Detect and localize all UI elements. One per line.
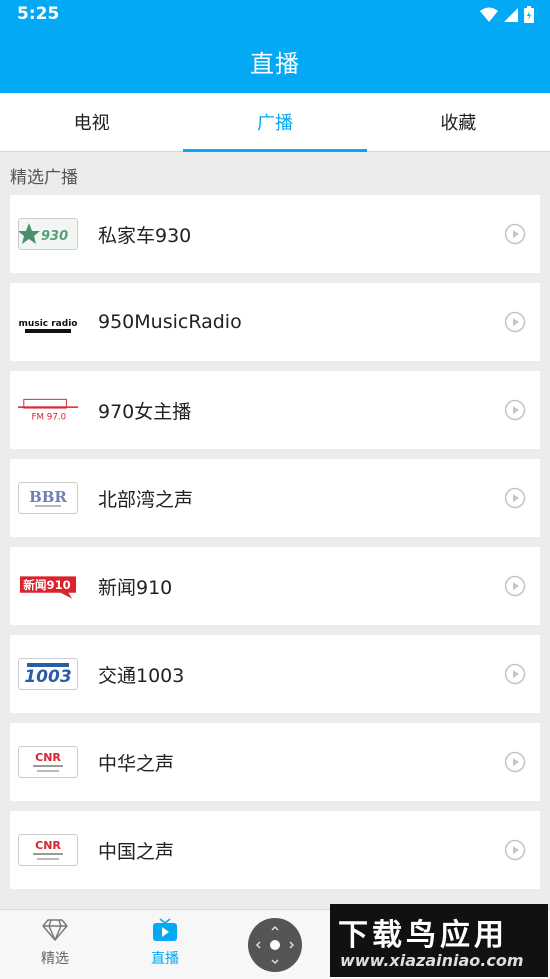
play-icon[interactable] [504, 399, 526, 421]
play-icon[interactable] [504, 487, 526, 509]
signal-icon [504, 7, 518, 22]
station-row[interactable]: FM 97.0 970女主播 [10, 371, 540, 449]
logo-text: CNR [35, 751, 61, 764]
station-logo: music radio [18, 306, 78, 338]
station-name: 950MusicRadio [98, 311, 242, 333]
station-row[interactable]: 1003 交通1003 [10, 635, 540, 713]
logo-text: music radio [19, 319, 77, 329]
station-logo: 1003 [18, 658, 78, 690]
nav-label: 精选 [41, 951, 69, 967]
logo-text: CNR [35, 839, 61, 852]
logo-text: 新闻910 [23, 578, 70, 592]
diamond-icon [42, 919, 68, 941]
watermark: 下载鸟应用 www.xiazainiao.com [330, 904, 548, 977]
station-name: 970女主播 [98, 400, 192, 423]
station-row[interactable]: 930 私家车930 [10, 195, 540, 273]
app-bar: 直播 [0, 29, 550, 93]
logo-text: 1003 [24, 667, 71, 687]
play-icon[interactable] [504, 311, 526, 333]
station-row[interactable]: 新闻910 新闻910 [10, 547, 540, 625]
nav-featured[interactable]: 精选 [15, 918, 95, 968]
status-icons [480, 6, 534, 23]
play-icon[interactable] [504, 223, 526, 245]
station-name: 新闻910 [98, 576, 173, 599]
station-row[interactable]: BBR 北部湾之声 [10, 459, 540, 537]
station-name: 北部湾之声 [98, 488, 194, 511]
status-time: 5:25 [17, 4, 60, 24]
tab-radio[interactable]: 广播 [183, 93, 367, 152]
station-row[interactable]: CNR 中华之声 [10, 723, 540, 801]
nav-label: 直播 [151, 951, 179, 967]
tab-favorites[interactable]: 收藏 [367, 93, 550, 151]
tv-play-icon [153, 918, 177, 941]
wifi-icon [480, 7, 498, 22]
play-icon[interactable] [504, 751, 526, 773]
status-bar: 5:25 [0, 0, 550, 29]
dpad-icon [255, 925, 295, 965]
station-logo: BBR [18, 482, 78, 514]
watermark-title: 下载鸟应用 [338, 918, 508, 953]
station-logo: CNR [18, 834, 78, 866]
tab-bar: 电视 广播 收藏 [0, 93, 550, 152]
play-icon[interactable] [504, 575, 526, 597]
station-logo: FM 97.0 [18, 394, 78, 426]
station-list: 930 私家车930 music radio 950MusicRadio FM … [10, 195, 540, 899]
floating-nav-button[interactable] [248, 918, 302, 972]
nav-live[interactable]: 直播 [125, 918, 205, 968]
battery-icon [524, 6, 534, 23]
tab-tv[interactable]: 电视 [0, 93, 183, 151]
play-icon[interactable] [504, 839, 526, 861]
station-name: 交通1003 [98, 664, 185, 687]
station-logo: CNR [18, 746, 78, 778]
station-name: 私家车930 [98, 224, 192, 247]
station-logo: 930 [18, 218, 78, 250]
page-title: 直播 [250, 49, 300, 78]
station-name: 中华之声 [98, 752, 175, 775]
section-title: 精选广播 [10, 168, 78, 188]
logo-text: 930 [41, 229, 68, 244]
watermark-url: www.xiazainiao.com [340, 951, 524, 970]
station-row[interactable]: music radio 950MusicRadio [10, 283, 540, 361]
play-icon[interactable] [504, 663, 526, 685]
logo-text: BBR [29, 488, 67, 506]
station-logo: 新闻910 [18, 570, 78, 602]
logo-text: FM 97.0 [32, 413, 67, 423]
station-name: 中国之声 [98, 840, 175, 863]
station-row[interactable]: CNR 中国之声 [10, 811, 540, 889]
